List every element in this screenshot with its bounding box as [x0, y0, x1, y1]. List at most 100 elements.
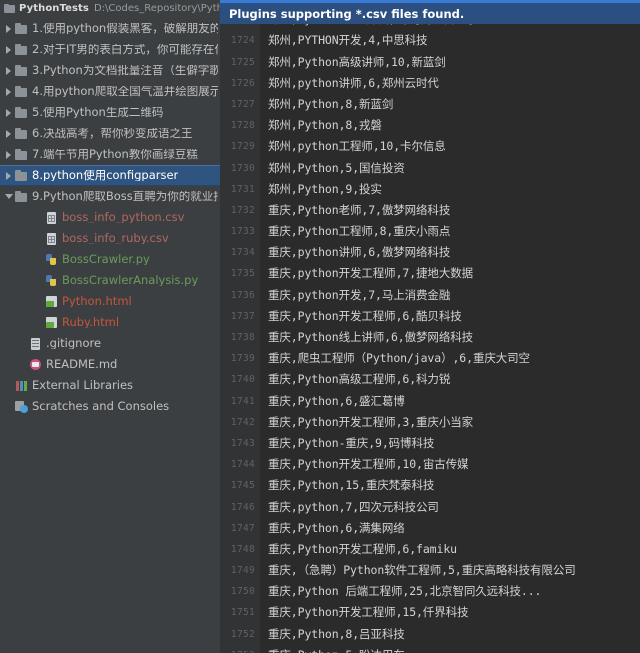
folder-icon	[15, 85, 28, 98]
line-number: 1740	[230, 374, 255, 386]
tree-item-label: Python.html	[62, 295, 132, 308]
tree-item-label: boss_info_ruby.csv	[62, 232, 169, 245]
code-line[interactable]: 郑州,python工程师,10,卡尔信息	[260, 136, 640, 157]
tree-item-12[interactable]: BossCrawlerAnalysis.py	[0, 270, 220, 291]
folder-icon	[15, 190, 28, 203]
line-number: 1728	[230, 120, 255, 132]
code-line[interactable]: 重庆,python开发工程师,7,捷地大数据	[260, 263, 640, 284]
tree-item-label: 8.python使用configparser	[32, 169, 179, 182]
chevron-down-icon[interactable]	[2, 194, 15, 199]
code-line[interactable]: 重庆,python讲师,6,傲梦网络科技	[260, 242, 640, 263]
tree-item-label: 7.端午节用Python教你画绿豆糕	[32, 148, 198, 161]
code-line[interactable]: 郑州,PYTHON开发,4,中思科技	[260, 30, 640, 51]
md-icon	[29, 358, 42, 371]
code-line[interactable]: 郑州,python讲师,6,郑州云时代	[260, 73, 640, 94]
code-line[interactable]: 重庆,Python,6,盛汇葛博	[260, 391, 640, 412]
code-line[interactable]: 重庆,python,7,四次元科技公司	[260, 497, 640, 518]
code-line[interactable]: 重庆,Python-重庆,9,码博科技	[260, 433, 640, 454]
line-number: 1734	[230, 247, 255, 259]
tree-item-14[interactable]: Ruby.html	[0, 312, 220, 333]
code-line[interactable]: 郑州,Python,5,国信投资	[260, 158, 640, 179]
chevron-right-icon[interactable]	[2, 130, 15, 138]
banner-message: Plugins supporting *.csv files found.	[229, 6, 465, 21]
code-line[interactable]: 重庆,Python开发工程师,10,宙古传媒	[260, 454, 640, 475]
py-icon	[45, 253, 58, 266]
folder-icon	[15, 43, 28, 56]
chevron-right-icon[interactable]	[2, 67, 15, 75]
chevron-right-icon[interactable]	[2, 172, 15, 180]
tree-item-5[interactable]: 6.决战高考，帮你秒变成语之王	[0, 123, 220, 144]
tree-item-11[interactable]: BossCrawler.py	[0, 249, 220, 270]
code-line[interactable]: 重庆,（急聘）Python软件工程师,5,重庆高略科技有限公司	[260, 560, 640, 581]
code-line[interactable]: 重庆,Python开发工程师,3,重庆小当家	[260, 412, 640, 433]
line-number: 1743	[230, 437, 255, 449]
tree-item-15[interactable]: .gitignore	[0, 333, 220, 354]
tree-item-16[interactable]: README.md	[0, 354, 220, 375]
html-icon	[45, 295, 58, 308]
code-line[interactable]: 重庆,Python,5,盼达用车	[260, 645, 640, 653]
tree-item-13[interactable]: Python.html	[0, 291, 220, 312]
code-line[interactable]: 郑州,Python,8,新蓝剑	[260, 94, 640, 115]
line-number: 1741	[230, 395, 255, 407]
code-line[interactable]: 重庆,Python开发工程师,6,famiku	[260, 539, 640, 560]
tree-item-3[interactable]: 4.用python爬取全国气温并绘图展示Top1	[0, 81, 220, 102]
code-line[interactable]: 重庆,python开发,7,马上消费金融	[260, 285, 640, 306]
tree-item-0[interactable]: 1.使用python假装黑客，破解朋友的网站密	[0, 18, 220, 39]
code-line[interactable]: 重庆,Python,8,吕亚科技	[260, 624, 640, 645]
tree-item-17[interactable]: External Libraries	[0, 375, 220, 396]
line-number: 1738	[230, 332, 255, 343]
tree-item-7[interactable]: 8.python使用configparser	[0, 165, 220, 186]
code-line[interactable]: 郑州,Python,8,戎磐	[260, 115, 640, 136]
code-line[interactable]: 重庆,Python老师,7,傲梦网络科技	[260, 200, 640, 221]
code-line[interactable]: 郑州,Python高级讲师,10,新蓝剑	[260, 52, 640, 73]
code-line[interactable]: 重庆,Python线上讲师,6,傲梦网络科技	[260, 327, 640, 348]
line-number: 1751	[230, 607, 255, 619]
titlebar: PythonTests D:\Codes_Repository\Pytho	[0, 0, 220, 16]
code-line[interactable]: 郑州,Python,9,投实	[260, 179, 640, 200]
scratch-icon	[15, 400, 28, 413]
tree-item-8[interactable]: 9.Python爬取Boss直聘为你的就业指引方	[0, 186, 220, 207]
line-number: 1736	[230, 289, 255, 301]
folder-icon	[4, 3, 15, 13]
tree-item-10[interactable]: boss_info_ruby.csv	[0, 228, 220, 249]
code-line[interactable]: 重庆,Python开发工程师,6,酷贝科技	[260, 306, 640, 327]
code-line[interactable]: 重庆,Python工程师,8,重庆小雨点	[260, 221, 640, 242]
project-name[interactable]: PythonTests	[19, 3, 89, 14]
chevron-right-icon[interactable]	[2, 151, 15, 159]
tree-item-label: 2.对于IT男的表白方式，你可能存在什么误	[32, 43, 218, 56]
code-line[interactable]: 重庆,Python 后端工程师,25,北京智同久远科技...	[260, 581, 640, 602]
tree-item-4[interactable]: 5.使用Python生成二维码	[0, 102, 220, 123]
chevron-right-icon[interactable]	[2, 109, 15, 117]
line-number-gutter: 1722172317241725172617271728172917301731…	[220, 0, 260, 653]
editor-content[interactable]: 郑州,Python,5,白翎投资郑州,Python Web开发,5,河南黑白电子…	[260, 0, 640, 653]
tree-item-1[interactable]: 2.对于IT男的表白方式，你可能存在什么误	[0, 39, 220, 60]
line-number: 1739	[230, 353, 255, 365]
tree-item-label: BossCrawler.py	[62, 253, 150, 266]
code-line[interactable]: 重庆,Python,15,重庆梵泰科技	[260, 475, 640, 496]
project-tree-panel[interactable]: 1.使用python假装黑客，破解朋友的网站密 2.对于IT男的表白方式，你可能存…	[0, 16, 220, 653]
tree-item-label: Ruby.html	[62, 316, 120, 329]
tree-item-label: 1.使用python假装黑客，破解朋友的网站密	[32, 22, 218, 35]
line-number: 1725	[230, 56, 255, 68]
chevron-right-icon[interactable]	[2, 25, 15, 33]
line-number: 1733	[230, 226, 255, 238]
tree-item-6[interactable]: 7.端午节用Python教你画绿豆糕	[0, 144, 220, 165]
line-number: 1731	[230, 183, 255, 195]
folder-icon	[15, 148, 28, 161]
chevron-right-icon[interactable]	[2, 46, 15, 54]
editor-pane[interactable]: 1722172317241725172617271728172917301731…	[220, 0, 640, 653]
tree-item-9[interactable]: boss_info_python.csv	[0, 207, 220, 228]
folder-icon	[15, 22, 28, 35]
folder-icon	[15, 169, 28, 182]
code-line[interactable]: 重庆,Python开发工程师,15,仟界科技	[260, 602, 640, 623]
tree-item-label: External Libraries	[32, 379, 134, 392]
lib-icon	[15, 379, 28, 392]
tree-item-18[interactable]: Scratches and Consoles	[0, 396, 220, 417]
tree-item-2[interactable]: 3.Python为文档批量注音（生僻字歌词为例	[0, 60, 220, 81]
plugin-notification-banner[interactable]: Plugins supporting *.csv files found.	[220, 0, 640, 24]
code-line[interactable]: 重庆,Python高级工程师,6,科力锐	[260, 369, 640, 390]
chevron-right-icon[interactable]	[2, 88, 15, 96]
code-line[interactable]: 重庆,爬虫工程师（Python/java）,6,重庆大司空	[260, 348, 640, 369]
code-line[interactable]: 重庆,Python,6,满集网络	[260, 518, 640, 539]
csv-icon	[45, 211, 58, 224]
